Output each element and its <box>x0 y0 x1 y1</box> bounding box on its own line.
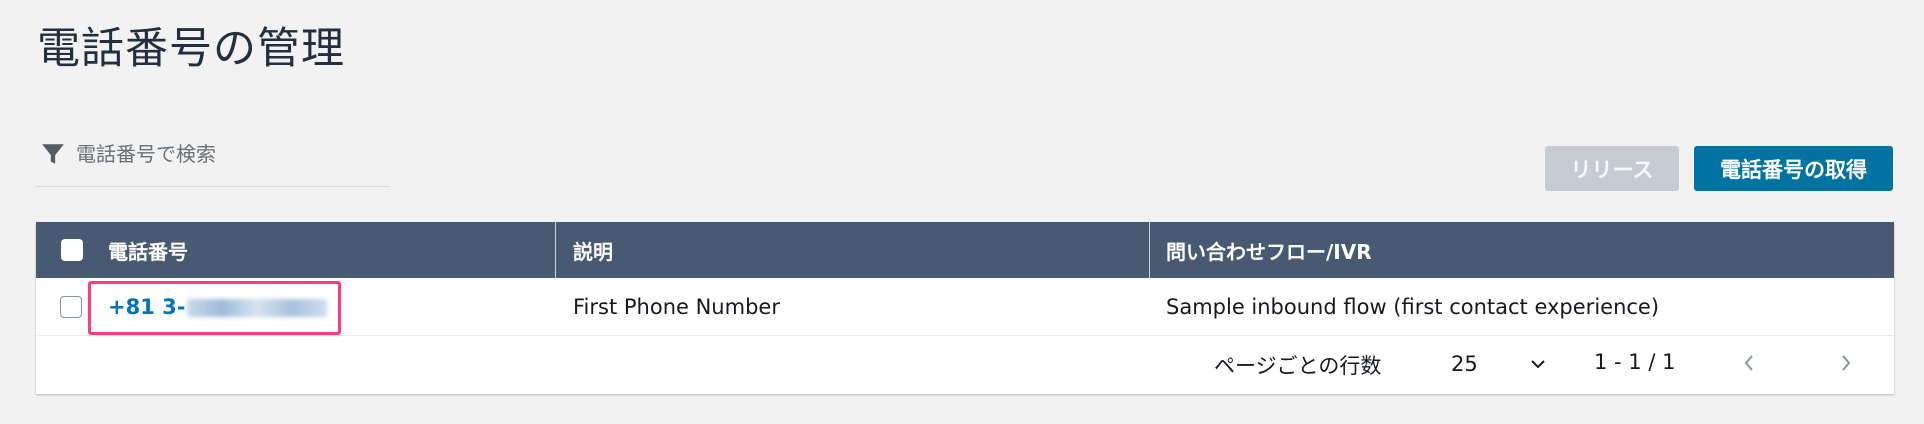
column-header-label: 問い合わせフロー/IVR <box>1166 239 1372 264</box>
description-cell: First Phone Number <box>573 294 780 319</box>
get-phone-number-button[interactable]: 電話番号の取得 <box>1694 146 1893 191</box>
page-range: 1 - 1 / 1 <box>1594 350 1676 374</box>
search-box[interactable] <box>36 138 390 187</box>
column-header-label: 説明 <box>573 239 613 264</box>
pagination: ページごとの行数 25 1 - 1 / 1 <box>36 336 1894 394</box>
column-header-label: 電話番号 <box>108 239 188 264</box>
rows-per-page-value: 25 <box>1451 352 1478 376</box>
chevron-right-icon[interactable] <box>1839 353 1853 373</box>
select-all-checkbox[interactable] <box>61 239 83 261</box>
filter-icon <box>42 144 64 164</box>
chevron-left-icon[interactable] <box>1742 353 1756 373</box>
flow-cell: Sample inbound flow (first contact exper… <box>1166 294 1660 319</box>
column-header-description[interactable]: 説明 <box>556 222 1150 278</box>
release-button[interactable]: リリース <box>1545 146 1679 191</box>
table-row: +81 3- First Phone Number Sample inbound… <box>36 278 1894 336</box>
table-header: 電話番号 説明 問い合わせフロー/IVR <box>36 222 1894 278</box>
phone-cell: +81 3- <box>36 278 556 335</box>
phone-number-table: 電話番号 説明 問い合わせフロー/IVR +81 3- First Phone … <box>36 222 1894 394</box>
highlight-box <box>88 281 341 335</box>
chevron-down-icon <box>1531 360 1545 369</box>
column-header-phone[interactable]: 電話番号 <box>36 222 556 278</box>
column-header-flow[interactable]: 問い合わせフロー/IVR <box>1150 222 1894 278</box>
page-title: 電話番号の管理 <box>37 24 345 74</box>
rows-per-page-select[interactable]: 25 <box>1451 352 1546 376</box>
rows-per-page-label: ページごとの行数 <box>1214 354 1382 378</box>
row-checkbox[interactable] <box>60 295 82 318</box>
search-input[interactable] <box>74 141 378 167</box>
